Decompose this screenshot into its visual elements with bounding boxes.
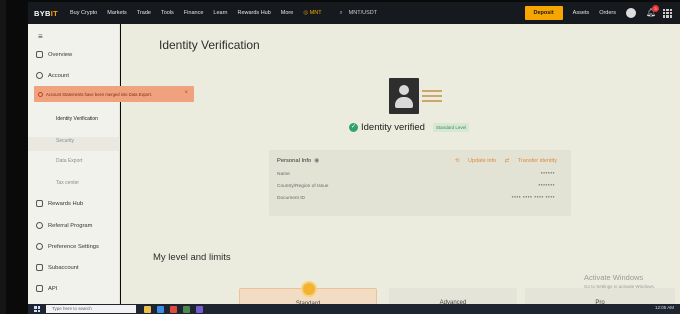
monitor-screen: BYBIT Buy Crypto Markets Trade Tools Fin… <box>6 0 680 314</box>
row-value: **** **** **** **** <box>511 196 555 201</box>
sidebar-sub-security[interactable]: Security <box>56 138 74 144</box>
gift-icon <box>36 200 43 207</box>
subaccount-icon <box>36 264 43 271</box>
merge-notice-banner: Account Statements have been merged into… <box>34 86 194 102</box>
windows-start-icon[interactable] <box>34 306 40 312</box>
bybit-logo[interactable]: BYBIT <box>34 9 58 18</box>
limits-section-title: My level and limits <box>153 252 231 263</box>
nav-mnt-token[interactable]: ◎ MNT <box>303 10 321 16</box>
avatar[interactable] <box>626 8 636 18</box>
sidebar-item-label: Preference Settings <box>48 243 99 250</box>
sidebar-item-rewards-hub[interactable]: Rewards Hub <box>36 200 83 207</box>
info-row-document-id: Document ID **** **** **** **** <box>277 196 555 201</box>
deposit-button[interactable]: Deposit <box>524 6 563 20</box>
taskbar-clock: 12:05 AM <box>654 305 674 310</box>
nav-assets[interactable]: Assets <box>573 10 590 16</box>
nav-rewards-hub[interactable]: Rewards Hub <box>237 10 270 16</box>
nav-markets[interactable]: Markets <box>107 10 127 16</box>
id-card-illustration <box>389 78 443 114</box>
page-title: Identity Verification <box>159 38 260 52</box>
row-value: ******* <box>538 184 555 189</box>
sidebar-item-label: Referral Program <box>48 222 93 229</box>
user-plus-icon <box>36 222 43 229</box>
personal-info-actions: ⟲ Update info ⇄ Transfer identity <box>448 158 557 164</box>
transfer-identity-link[interactable]: ⇄ Transfer identity <box>505 158 557 164</box>
overview-icon <box>36 51 43 58</box>
settings-icon <box>36 243 43 250</box>
store-icon[interactable] <box>183 305 190 313</box>
sidebar-item-label: Overview <box>48 51 73 58</box>
sidebar-item-api[interactable]: API <box>36 285 57 292</box>
app-icon[interactable] <box>196 305 203 313</box>
apps-grid-icon[interactable] <box>663 8 672 18</box>
row-value: ****** <box>540 172 555 177</box>
menu-icon[interactable]: ≡ <box>38 32 43 41</box>
id-card-photo-icon <box>389 78 419 114</box>
nav-trade[interactable]: Trade <box>137 10 151 16</box>
personal-info-card: Personal Info ◉ ⟲ Update info ⇄ Transfer … <box>269 150 571 216</box>
verification-status: ✓ Identity verified Standard Level <box>349 122 470 133</box>
close-icon[interactable]: × <box>184 90 188 96</box>
sidebar-item-label: Subaccount <box>48 264 79 271</box>
sidebar-item-referral[interactable]: Referral Program <box>36 222 92 229</box>
nav-tools[interactable]: Tools <box>161 10 174 16</box>
edge-icon[interactable] <box>157 305 164 313</box>
sidebar-item-preference[interactable]: Preference Settings <box>36 243 99 250</box>
watermark-title: Activate Windows <box>584 273 644 282</box>
bell-icon[interactable]: 🔔︎ 3 <box>646 5 659 18</box>
nav-orders[interactable]: Orders <box>599 10 616 16</box>
sidebar-sub-tax-center[interactable]: Tax center <box>56 180 79 186</box>
row-label: Country/Region of Issue <box>277 184 329 189</box>
check-circle-icon: ✓ <box>349 123 358 132</box>
notice-text: Account Statements have been merged into… <box>46 91 152 97</box>
row-label: Name <box>277 172 290 177</box>
notification-badge: 3 <box>652 5 659 12</box>
sidebar-sub-data-export[interactable]: Data Export <box>56 158 82 164</box>
personal-info-label: Personal Info <box>277 158 312 164</box>
id-card-lines <box>422 90 442 105</box>
main-content: Identity Verification ✓ Identity verifie… <box>121 24 680 314</box>
watermark-subtitle: Go to Settings to activate Windows. <box>584 284 656 289</box>
update-info-link[interactable]: ⟲ Update info <box>455 158 496 164</box>
warning-icon <box>38 91 43 97</box>
eye-icon[interactable]: ◉ <box>314 158 319 164</box>
sidebar-item-account[interactable]: Account <box>36 72 69 79</box>
activate-windows-watermark: Activate Windows Go to Settings to activ… <box>584 273 655 289</box>
sidebar: ≡ Overview Account Identity Verification… <box>28 24 120 314</box>
sidebar-item-label: Account <box>48 72 69 79</box>
level-badge: Standard Level <box>432 123 470 132</box>
nav-buy-crypto[interactable]: Buy Crypto <box>70 10 97 16</box>
nav-learn[interactable]: Learn <box>213 10 227 16</box>
nav-finance[interactable]: Finance <box>184 10 204 16</box>
taskbar-search-input[interactable]: Type here to search <box>46 305 136 313</box>
api-icon <box>36 285 43 292</box>
file-explorer-icon[interactable] <box>144 305 151 313</box>
top-navigation: BYBIT Buy Crypto Markets Trade Tools Fin… <box>28 2 680 24</box>
sidebar-sub-identity-verification[interactable]: Identity Verification <box>56 116 98 122</box>
info-row-name: Name ****** <box>277 172 555 177</box>
sidebar-item-label: Rewards Hub <box>48 200 84 207</box>
sidebar-item-label: API <box>48 285 58 292</box>
nav-more[interactable]: More <box>281 10 294 16</box>
account-icon <box>36 72 43 79</box>
windows-taskbar: Type here to search 12:05 AM <box>28 304 680 314</box>
verified-text: Identity verified <box>361 122 425 133</box>
sidebar-item-overview[interactable]: Overview <box>36 51 72 58</box>
row-label: Document ID <box>277 196 305 201</box>
medal-icon <box>301 281 317 297</box>
search-icon[interactable]: ⌕ <box>340 10 343 17</box>
personal-info-header: Personal Info ◉ <box>277 158 319 164</box>
chrome-icon[interactable] <box>170 305 177 313</box>
info-row-country: Country/Region of Issue ******* <box>277 184 555 189</box>
sidebar-item-subaccount[interactable]: Subaccount <box>36 264 79 271</box>
nav-trading-pair[interactable]: MNT/USDT <box>349 10 377 16</box>
